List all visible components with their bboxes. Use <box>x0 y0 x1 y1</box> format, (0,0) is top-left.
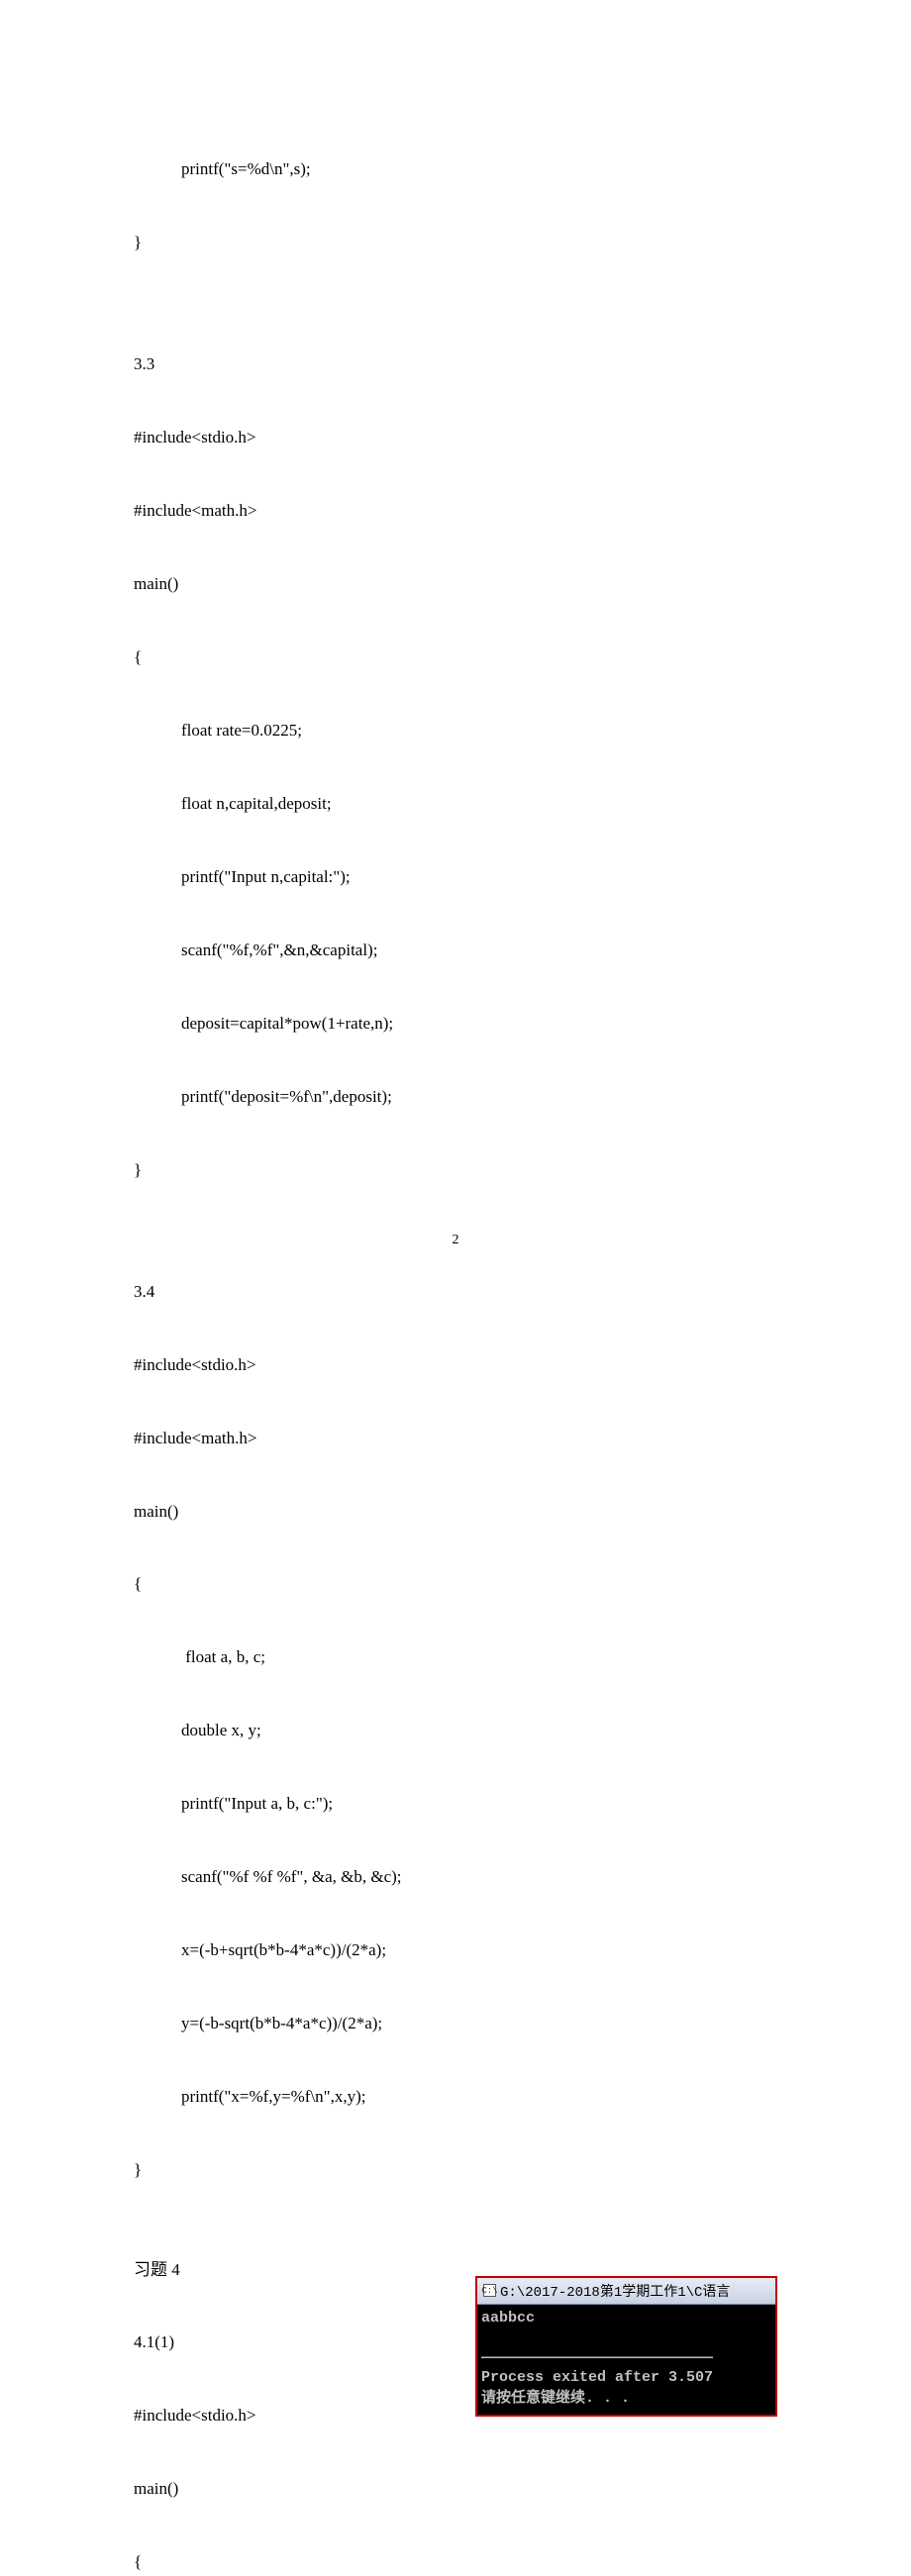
code-line: main() <box>134 572 777 597</box>
code-line: x=(-b+sqrt(b*b-4*a*c))/(2*a); <box>134 1938 777 1963</box>
console-title: G:\2017-2018第1学期工作1\C语言 <box>500 2281 730 2301</box>
code-line: #include<math.h> <box>134 1427 777 1451</box>
console-sep: —————————————————————————— <box>481 2349 713 2366</box>
code-line: scanf("%f,%f",&n,&capital); <box>134 939 777 963</box>
code-line: { <box>134 1572 777 1597</box>
console-line: Process exited after 3.507 <box>481 2369 713 2386</box>
code-line: scanf("%f %f %f", &a, &b, &c); <box>134 1865 777 1890</box>
console-body: aabbcc —————————————————————————— Proces… <box>477 2305 775 2415</box>
row-4-1-1: 4.1(1) #include<stdio.h> main() { char c… <box>134 2282 777 2576</box>
code-block-3-3: 3.3 #include<stdio.h> #include<math.h> m… <box>134 304 777 1231</box>
section-label: 3.4 <box>134 1280 777 1305</box>
code-line: float rate=0.0225; <box>134 719 777 743</box>
code-line: { <box>134 2550 470 2575</box>
console-line: aabbcc <box>481 2310 535 2327</box>
code-line: printf("Input a, b, c:"); <box>134 1792 777 1817</box>
code-line: y=(-b-sqrt(b*b-4*a*c))/(2*a); <box>134 2012 777 2036</box>
cmd-icon: C:\ <box>483 2284 496 2297</box>
console-line: 请按任意键继续. . . <box>481 2390 630 2407</box>
code-line: { <box>134 645 777 670</box>
console-window-1: C:\ G:\2017-2018第1学期工作1\C语言 aabbcc —————… <box>475 2276 777 2417</box>
code-line: printf("s=%d\n",s); <box>134 157 777 182</box>
code-line: printf("x=%f,y=%f\n",x,y); <box>134 2085 777 2110</box>
page-number: 2 <box>0 1233 911 1248</box>
code-line: deposit=capital*pow(1+rate,n); <box>134 1012 777 1037</box>
code-line: } <box>134 231 777 255</box>
code-line: #include<math.h> <box>134 499 777 524</box>
code-block-prev-tail: printf("s=%d\n",s); } <box>134 109 777 304</box>
code-line: float n,capital,deposit; <box>134 792 777 817</box>
code-line: printf("Input n,capital:"); <box>134 865 777 890</box>
code-line: } <box>134 2158 777 2183</box>
code-block-4-1-1: 4.1(1) #include<stdio.h> main() { char c… <box>134 2282 470 2576</box>
code-line: float a, b, c; <box>134 1645 777 1670</box>
code-line: main() <box>134 2477 470 2502</box>
page-content: printf("s=%d\n",s); } 3.3 #include<stdio… <box>0 0 911 2576</box>
code-line: double x, y; <box>134 1719 777 1743</box>
section-label: 3.3 <box>134 352 777 377</box>
console-titlebar: C:\ G:\2017-2018第1学期工作1\C语言 <box>477 2278 775 2305</box>
section-label: 4.1(1) <box>134 2330 470 2355</box>
code-line: #include<stdio.h> <box>134 426 777 450</box>
code-block-3-4: 3.4 #include<stdio.h> #include<math.h> m… <box>134 1231 777 2230</box>
code-line: #include<stdio.h> <box>134 1353 777 1378</box>
code-line: } <box>134 1158 777 1183</box>
code-line: main() <box>134 1500 777 1525</box>
code-line: printf("deposit=%f\n",deposit); <box>134 1085 777 1110</box>
code-line: #include<stdio.h> <box>134 2404 470 2428</box>
